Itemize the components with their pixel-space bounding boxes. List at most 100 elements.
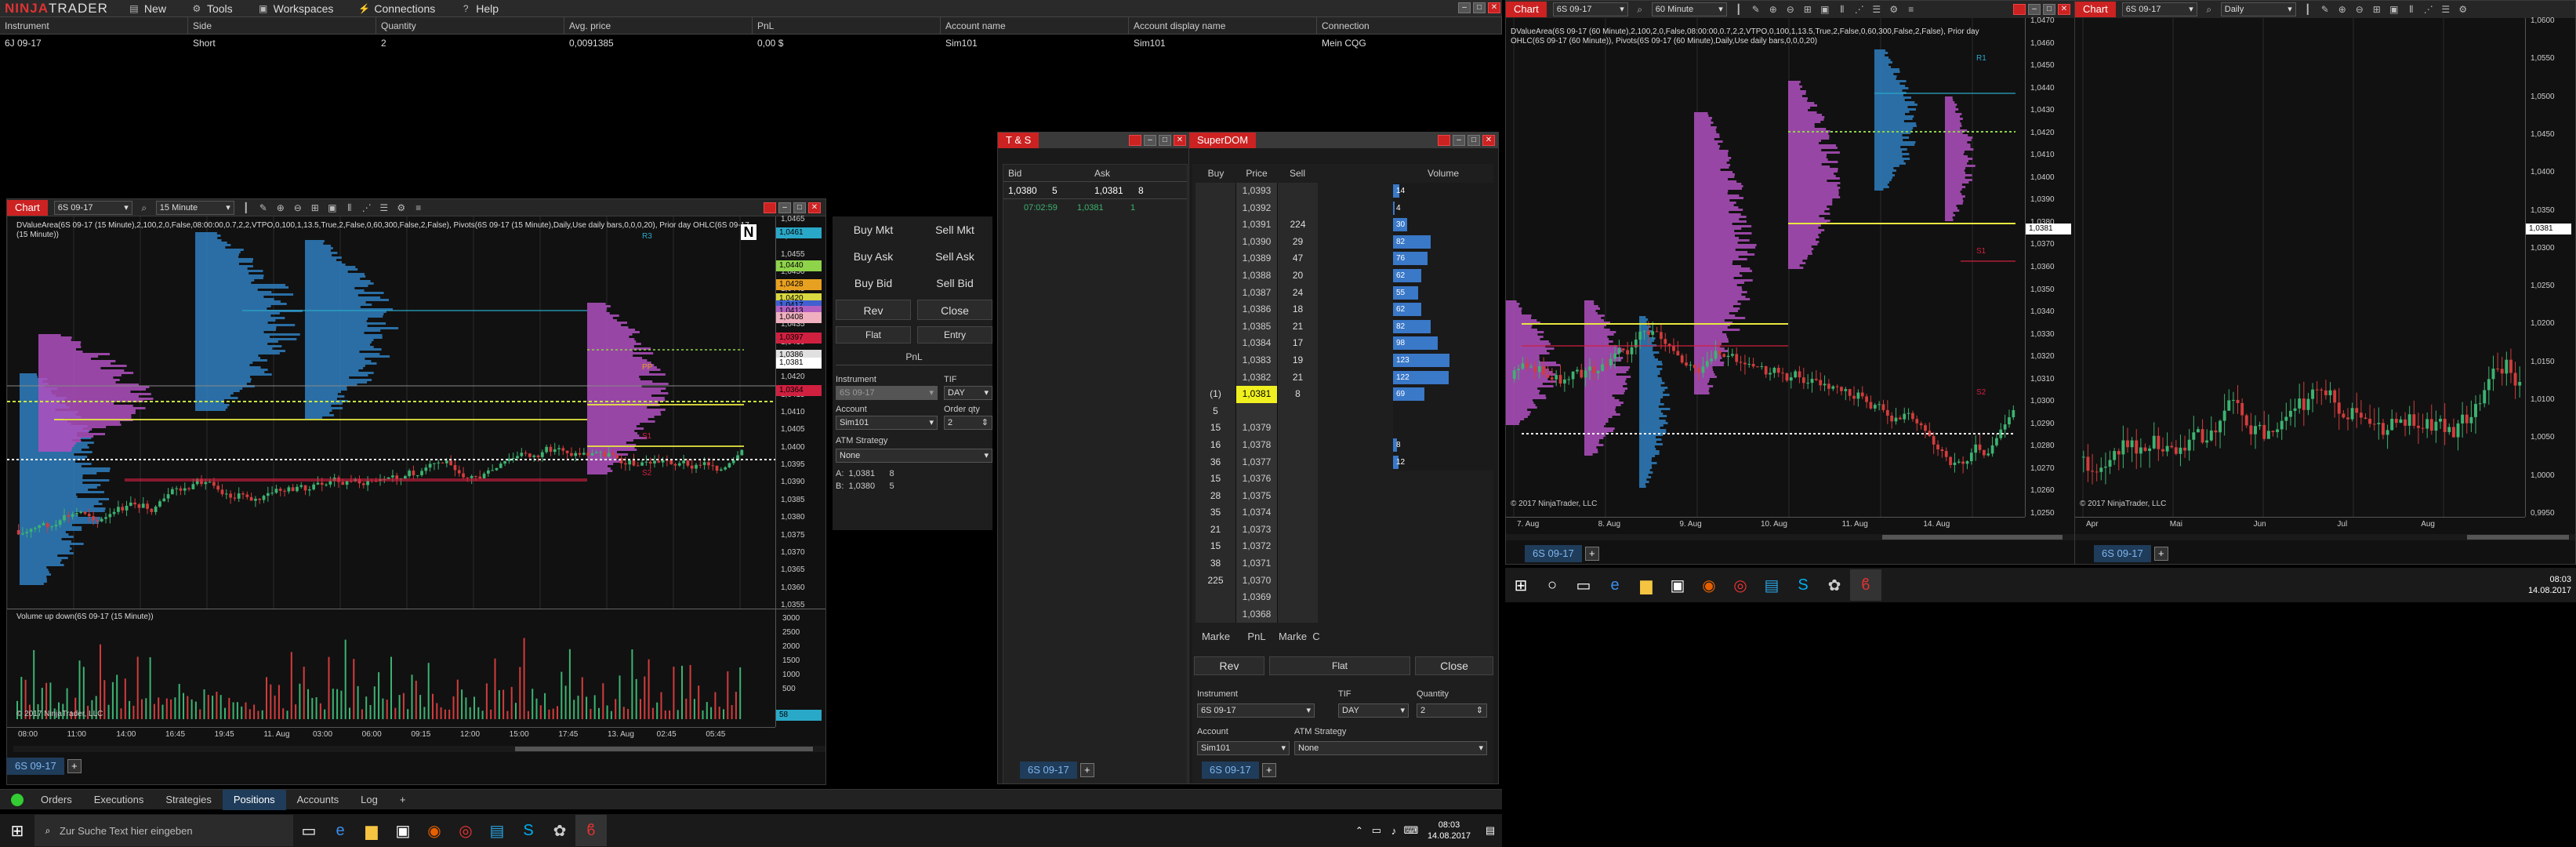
- templates-icon[interactable]: ☰: [1871, 4, 1882, 15]
- indicators-icon[interactable]: ⫴: [1837, 4, 1848, 15]
- dom-buy-cell[interactable]: 21: [1195, 521, 1236, 539]
- bar-style-icon[interactable]: ┃: [2302, 4, 2313, 15]
- instrument-selector[interactable]: 6S 09-17 ▾: [2121, 2, 2197, 16]
- window-options-button[interactable]: [764, 202, 776, 213]
- dom-sell-cell[interactable]: 47: [1277, 250, 1318, 267]
- dom-row[interactable]: 1,0389 47: [1195, 250, 1376, 267]
- minimize-button[interactable]: –: [1458, 2, 1471, 13]
- taskbar-search[interactable]: ⌕ Zur Suche Text hier eingeben: [34, 815, 293, 846]
- strategies-icon[interactable]: ⋰: [361, 202, 372, 213]
- col-side[interactable]: Side: [188, 16, 376, 35]
- price-axis[interactable]: 1,0600 1,0550 1,0500 1,0450 1,0400 1,0350 1,03…: [2525, 16, 2575, 518]
- dom-price-cell[interactable]: [1236, 402, 1277, 420]
- sell-market-button[interactable]: Sell Mkt: [917, 220, 992, 240]
- superdom-title[interactable]: SuperDOM: [1189, 133, 1257, 148]
- menu-help[interactable]: ? Help: [448, 0, 511, 17]
- price-axis[interactable]: 1,0470 1,0460 1,0450 1,0440 1,0430 1,0420 1,04…: [2025, 16, 2075, 518]
- zoom-in-icon[interactable]: ⊕: [1768, 4, 1779, 15]
- dom-buy-cell[interactable]: 35: [1195, 504, 1236, 522]
- col-connection[interactable]: Connection: [1317, 16, 1502, 35]
- search-icon[interactable]: ⌕: [139, 202, 150, 213]
- dom-buy-cell[interactable]: [1195, 183, 1236, 200]
- maximize-button[interactable]: □: [1159, 135, 1171, 146]
- add-tab-button[interactable]: +: [1079, 763, 1094, 777]
- account-selector[interactable]: Sim101 ▾: [1197, 741, 1290, 755]
- add-tab-button[interactable]: +: [1584, 547, 1599, 561]
- instrument-selector[interactable]: 6S 09-17 ▾: [53, 200, 132, 215]
- dom-row[interactable]: 28 1,0375: [1195, 487, 1376, 505]
- cortana-icon[interactable]: ○: [1537, 569, 1568, 601]
- file-explorer-icon[interactable]: ▆: [1631, 569, 1662, 601]
- dom-row[interactable]: 1,0369: [1195, 589, 1376, 606]
- flat-button[interactable]: Flat: [1269, 656, 1410, 675]
- menu-tools[interactable]: ⚙ Tools: [179, 0, 245, 17]
- instrument-selector[interactable]: 6S 09-17 ▾: [836, 386, 938, 400]
- dom-buy-cell[interactable]: 15: [1195, 538, 1236, 556]
- chart-scrollbar[interactable]: [2075, 534, 2575, 540]
- menu-connections[interactable]: ⚡ Connections: [346, 0, 448, 17]
- dom-price-cell[interactable]: 1,0385: [1236, 318, 1277, 336]
- close-button[interactable]: ✕: [2058, 4, 2070, 15]
- list-icon[interactable]: ≡: [413, 202, 424, 213]
- col-instrument[interactable]: Instrument: [0, 16, 188, 35]
- dom-sell-cell[interactable]: [1277, 555, 1318, 573]
- dom-sell-cell[interactable]: [1277, 572, 1318, 590]
- minimize-button[interactable]: –: [778, 202, 791, 213]
- dom-price-cell[interactable]: 1,0379: [1236, 420, 1277, 437]
- properties-icon[interactable]: ⚙: [396, 202, 407, 213]
- instrument-tab[interactable]: 6S 09-17: [1202, 762, 1259, 779]
- close-button[interactable]: ✕: [1482, 135, 1495, 146]
- dom-buy-cell[interactable]: [1195, 605, 1236, 623]
- dom-row[interactable]: 38 1,0371: [1195, 555, 1376, 573]
- tab-log[interactable]: Log: [350, 790, 389, 810]
- reverse-button[interactable]: Rev: [836, 300, 911, 320]
- volume-chart-canvas[interactable]: [7, 609, 775, 727]
- window-options-button[interactable]: [1438, 135, 1450, 146]
- atm-selector[interactable]: None ▾: [836, 449, 992, 463]
- dom-row[interactable]: 1,0368: [1195, 605, 1376, 623]
- chart-scrollbar[interactable]: [13, 746, 825, 752]
- dom-row[interactable]: 16 1,0378: [1195, 436, 1376, 454]
- task-view-icon[interactable]: ▭: [1568, 569, 1599, 601]
- zoom-in-icon[interactable]: ⊕: [2337, 4, 2348, 15]
- tab-accounts[interactable]: Accounts: [286, 790, 350, 810]
- list-icon[interactable]: ≡: [1906, 4, 1917, 15]
- price-panel[interactable]: R1 S1 S2 DValueArea(6S 09-17 (60 Minute),2…: [1506, 18, 2025, 517]
- dom-sell-cell[interactable]: [1277, 471, 1318, 488]
- strategies-icon[interactable]: ⋰: [2423, 4, 2434, 15]
- chart-tab[interactable]: Chart: [2075, 2, 2116, 17]
- dom-sell-cell[interactable]: 8: [1277, 386, 1318, 403]
- time-axis[interactable]: 7. Aug 8. Aug 9. Aug 10. Aug 11. Aug 14. Aug: [1506, 517, 2025, 533]
- dom-sell-cell[interactable]: 17: [1277, 335, 1318, 352]
- window-options-button[interactable]: [2013, 4, 2026, 15]
- dom-sell-cell[interactable]: 224: [1277, 216, 1318, 234]
- dom-price-cell[interactable]: 1,0373: [1236, 521, 1277, 539]
- dom-price-cell[interactable]: 1,0372: [1236, 538, 1277, 556]
- teamviewer-icon[interactable]: ▤: [1756, 569, 1787, 601]
- instrument-tab[interactable]: 6S 09-17: [2094, 545, 2151, 562]
- dom-buy-cell[interactable]: [1195, 216, 1236, 234]
- dom-sell-cell[interactable]: 21: [1277, 318, 1318, 336]
- dom-price-cell[interactable]: 1,0386: [1236, 301, 1277, 318]
- draw-tool-icon[interactable]: ✎: [258, 202, 269, 213]
- instrument-tab[interactable]: 6S 09-17: [1525, 545, 1582, 562]
- dom-row[interactable]: 1,0392: [1195, 199, 1376, 217]
- dom-buy-cell[interactable]: 16: [1195, 436, 1236, 454]
- account-selector[interactable]: Sim101 ▾: [836, 416, 938, 430]
- dom-sell-cell[interactable]: 20: [1277, 267, 1318, 285]
- keyboard-icon[interactable]: ⌨: [1402, 815, 1420, 846]
- snapshot-icon[interactable]: ▣: [327, 202, 338, 213]
- dom-price-cell[interactable]: 1,0371: [1236, 555, 1277, 573]
- dom-buy-cell[interactable]: 15: [1195, 420, 1236, 437]
- dom-row[interactable]: 1,0386 18: [1195, 301, 1376, 318]
- time-axis[interactable]: 08:00 11:00 14:00 16:45 19:45 11. Aug 03:00 06:…: [7, 727, 775, 743]
- dom-row[interactable]: 1,0390 29: [1195, 233, 1376, 251]
- firefox-icon[interactable]: ◉: [419, 815, 450, 846]
- sell-ask-button[interactable]: Sell Ask: [917, 246, 992, 267]
- zoom-out-icon[interactable]: ⊖: [2354, 4, 2365, 15]
- minimize-button[interactable]: –: [1144, 135, 1156, 146]
- dom-price-cell[interactable]: 1,0391: [1236, 216, 1277, 234]
- menu-new[interactable]: ▤ New: [116, 0, 179, 17]
- store-icon[interactable]: ▣: [1662, 569, 1693, 601]
- ts-title[interactable]: T & S: [998, 133, 1039, 148]
